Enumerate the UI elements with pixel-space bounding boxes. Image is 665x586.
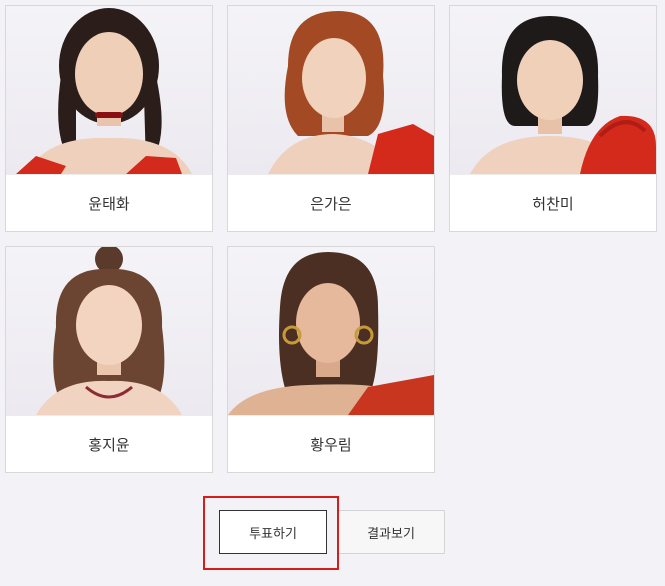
- candidate-photo-5: [228, 247, 434, 415]
- candidate-name-2: 은가은: [228, 174, 434, 231]
- candidate-card-2[interactable]: 은가은: [227, 5, 435, 232]
- candidate-card-5[interactable]: 황우림: [227, 246, 435, 473]
- candidate-name-3: 허찬미: [450, 174, 656, 231]
- candidate-card-3[interactable]: 허찬미: [449, 5, 657, 232]
- candidate-photo-2: [228, 6, 434, 174]
- vote-button[interactable]: 투표하기: [219, 510, 327, 554]
- candidate-card-4[interactable]: 홍지윤: [5, 246, 213, 473]
- candidate-name-5: 황우림: [228, 415, 434, 472]
- candidate-card-1[interactable]: 윤태화: [5, 5, 213, 232]
- candidate-name-4: 홍지윤: [6, 415, 212, 472]
- view-results-button[interactable]: 결과보기: [337, 510, 445, 554]
- candidate-name-1: 윤태화: [6, 174, 212, 231]
- candidate-photo-3: [450, 6, 656, 174]
- candidate-photo-1: [6, 6, 212, 174]
- candidate-photo-4: [6, 247, 212, 415]
